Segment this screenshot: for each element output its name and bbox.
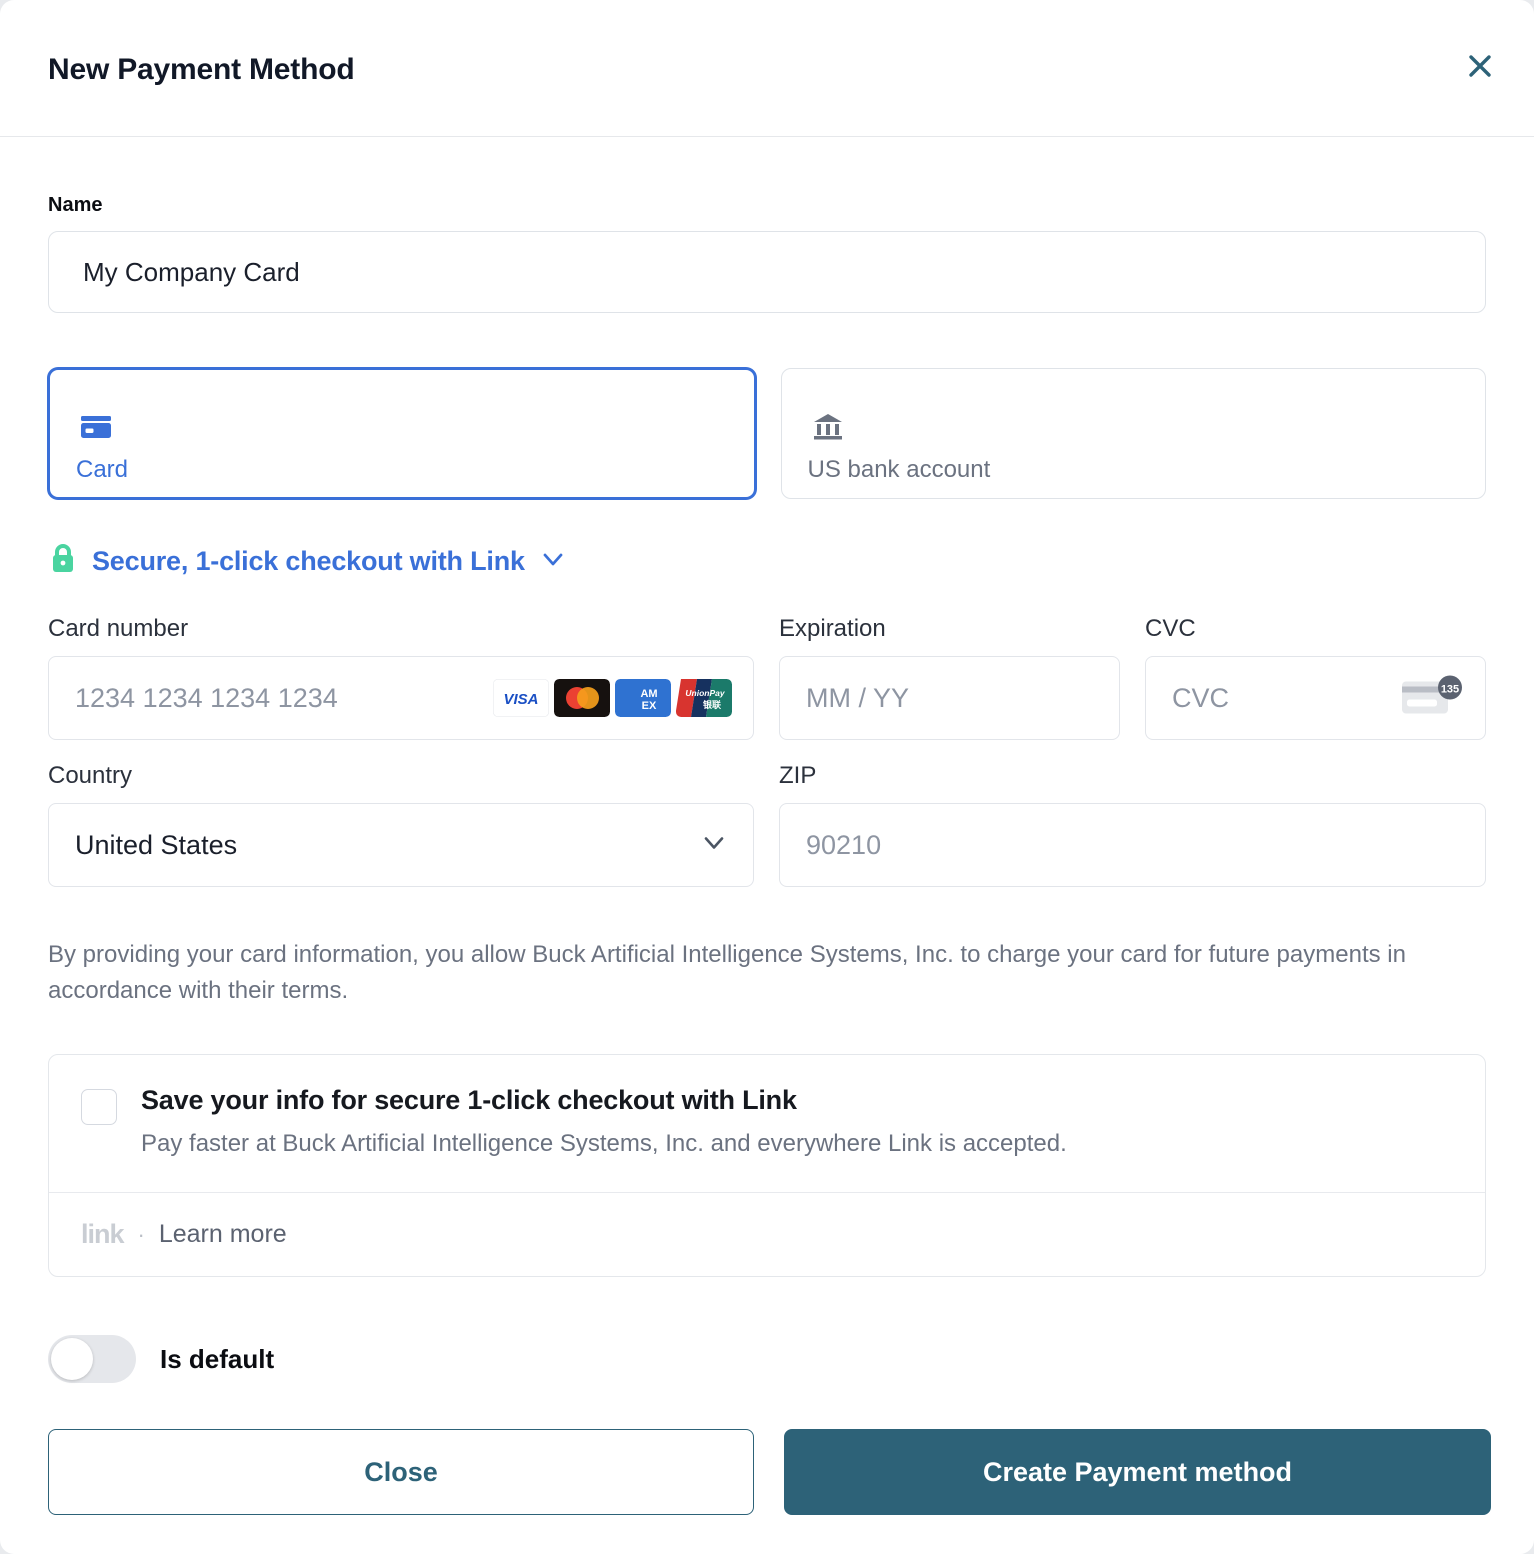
cvc-group: CVC 135: [1145, 615, 1486, 740]
cvc-input[interactable]: [1145, 656, 1486, 740]
modal-body: Name Card: [0, 194, 1534, 1515]
name-label: Name: [48, 194, 103, 216]
name-input[interactable]: [48, 231, 1486, 313]
chevron-down-icon: [539, 545, 567, 578]
modal-footer: Close Create Payment method: [48, 1429, 1491, 1515]
payment-type-card-tab[interactable]: Card: [48, 368, 756, 499]
close-icon: [1469, 55, 1491, 77]
is-default-label: Is default: [160, 1343, 275, 1374]
toggle-knob: [51, 1338, 93, 1380]
card-number-label: Card number: [48, 615, 189, 642]
zip-group: ZIP: [779, 762, 1486, 887]
link-save-checkbox[interactable]: [81, 1089, 117, 1125]
payment-type-tabs: Card US bank account: [48, 368, 1486, 499]
zip-input[interactable]: [779, 803, 1486, 887]
close-button[interactable]: Close: [48, 1429, 754, 1515]
link-secure-checkout-toggle[interactable]: Secure, 1-click checkout with Link: [48, 542, 567, 581]
close-modal-button[interactable]: [1462, 48, 1498, 84]
bank-icon: [808, 406, 1460, 446]
link-separator: ·: [137, 1221, 145, 1247]
card-details-row: Card number VISA: [48, 615, 1486, 740]
modal-header: New Payment Method: [0, 0, 1534, 137]
page-title: New Payment Method: [48, 53, 355, 86]
is-default-row: Is default: [48, 1335, 1486, 1383]
card-number-group: Card number VISA: [48, 615, 754, 740]
link-save-title: Save your info for secure 1-click checko…: [141, 1085, 797, 1115]
link-learn-more-link[interactable]: Learn more: [159, 1220, 287, 1249]
create-payment-method-button[interactable]: Create Payment method: [784, 1429, 1491, 1515]
payment-type-bank-label: US bank account: [807, 455, 991, 483]
lock-icon: [48, 542, 78, 581]
country-select[interactable]: United States: [48, 803, 754, 887]
expiration-input[interactable]: [779, 656, 1120, 740]
credit-card-icon: [76, 406, 728, 446]
country-zip-row: Country United States ZIP: [48, 762, 1486, 887]
link-logo: link: [81, 1219, 125, 1249]
card-disclaimer-text: By providing your card information, you …: [48, 941, 1406, 1004]
expiration-label: Expiration: [779, 615, 886, 642]
country-group: Country United States: [48, 762, 754, 887]
cvc-label: CVC: [1145, 615, 1196, 642]
zip-label: ZIP: [779, 762, 817, 789]
payment-type-bank-tab[interactable]: US bank account: [780, 368, 1486, 499]
payment-type-card-label: Card: [76, 455, 129, 483]
country-label: Country: [48, 762, 133, 789]
expiration-group: Expiration: [779, 615, 1120, 740]
link-save-info-box: Save your info for secure 1-click checko…: [48, 1054, 1486, 1277]
card-number-input[interactable]: [48, 656, 754, 740]
is-default-toggle[interactable]: [48, 1335, 136, 1383]
link-secure-checkout-label: Secure, 1-click checkout with Link: [92, 546, 525, 576]
new-payment-method-modal: New Payment Method Name Card: [0, 0, 1534, 1554]
link-save-subtitle: Pay faster at Buck Artificial Intelligen…: [141, 1130, 1067, 1157]
